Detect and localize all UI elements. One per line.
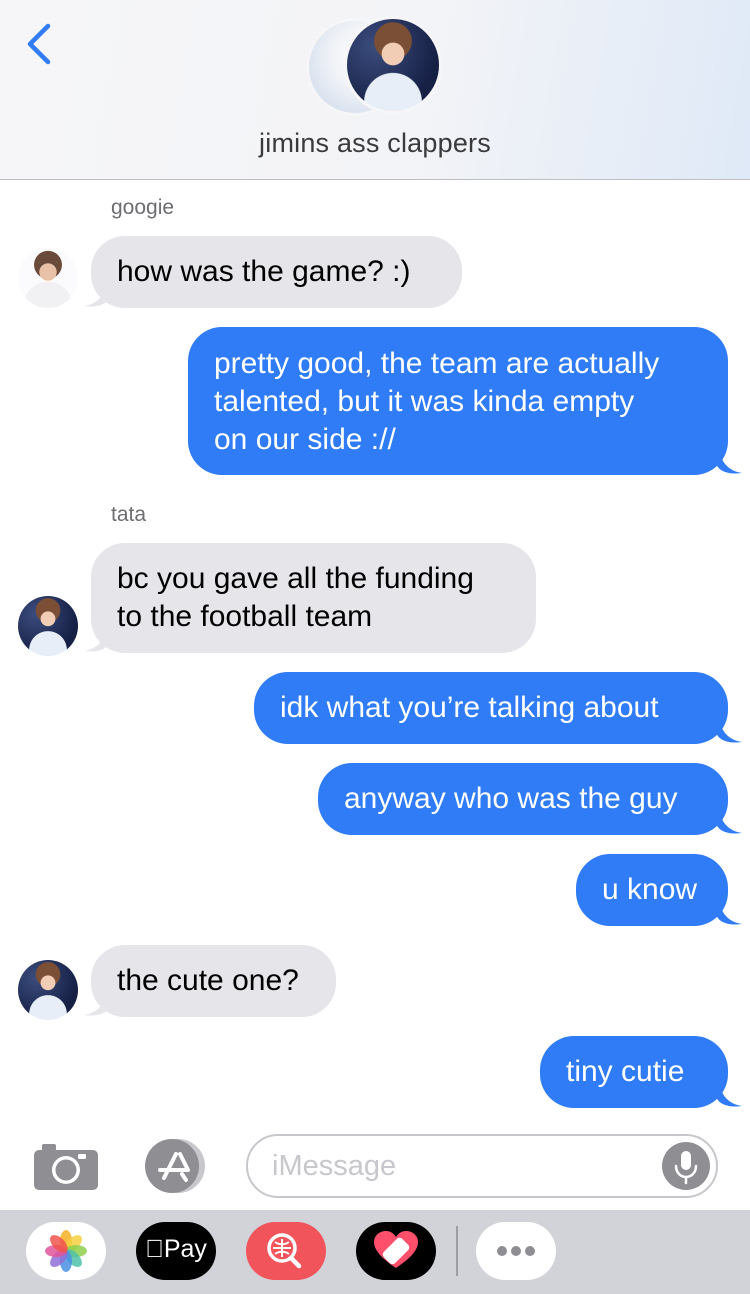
more-icon <box>497 1246 535 1256</box>
search-images-icon <box>267 1233 302 1269</box>
images-search-button[interactable] <box>246 1222 326 1280</box>
drawer-divider <box>456 1226 458 1276</box>
photos-app-button[interactable] <box>26 1222 106 1280</box>
more-apps-button[interactable] <box>476 1222 556 1280</box>
sender-avatar[interactable] <box>18 960 78 1020</box>
outgoing-message[interactable]: tiny cutie <box>540 1036 728 1108</box>
camera-icon <box>34 1144 98 1190</box>
apple-pay-label: Pay <box>154 1235 207 1263</box>
incoming-message[interactable]: how was the game? :) <box>91 236 462 308</box>
group-avatars[interactable] <box>300 14 450 116</box>
digital-touch-button[interactable] <box>356 1222 436 1280</box>
outgoing-message[interactable]: anyway who was the guy <box>318 763 728 835</box>
outgoing-message[interactable]: u know <box>576 854 728 926</box>
sender-avatar[interactable] <box>18 596 78 656</box>
photos-icon <box>45 1230 87 1272</box>
microphone-icon <box>674 1151 698 1185</box>
back-chevron-icon <box>27 23 51 65</box>
app-store-icon <box>145 1139 205 1193</box>
sender-name: tata <box>111 503 147 526</box>
incoming-message[interactable]: bc you gave all the funding to the footb… <box>91 543 536 653</box>
apple-icon:  <box>145 1235 164 1263</box>
conversation-header: jimins ass clappers <box>0 0 750 180</box>
camera-button[interactable] <box>32 1140 100 1192</box>
outgoing-message[interactable]: idk what you’re talking about <box>254 672 728 744</box>
app-store-button[interactable] <box>140 1136 214 1196</box>
dictation-button[interactable] <box>662 1142 710 1190</box>
message-input-placeholder: iMessage <box>272 1150 397 1182</box>
outgoing-message[interactable]: pretty good, the team are actually talen… <box>188 327 728 475</box>
incoming-message[interactable]: the cute one? <box>91 945 336 1017</box>
sender-name: googie <box>111 196 175 219</box>
message-input[interactable]: iMessage <box>246 1134 718 1198</box>
heart-bandage-icon <box>374 1231 418 1268</box>
app-drawer: Pay <box>0 1210 750 1294</box>
member-avatar-front <box>344 16 442 114</box>
conversation-title[interactable]: jimins ass clappers <box>0 128 750 159</box>
back-button[interactable] <box>18 18 62 66</box>
apple-pay-button[interactable]: Pay <box>136 1222 216 1280</box>
sender-avatar[interactable] <box>18 248 78 308</box>
